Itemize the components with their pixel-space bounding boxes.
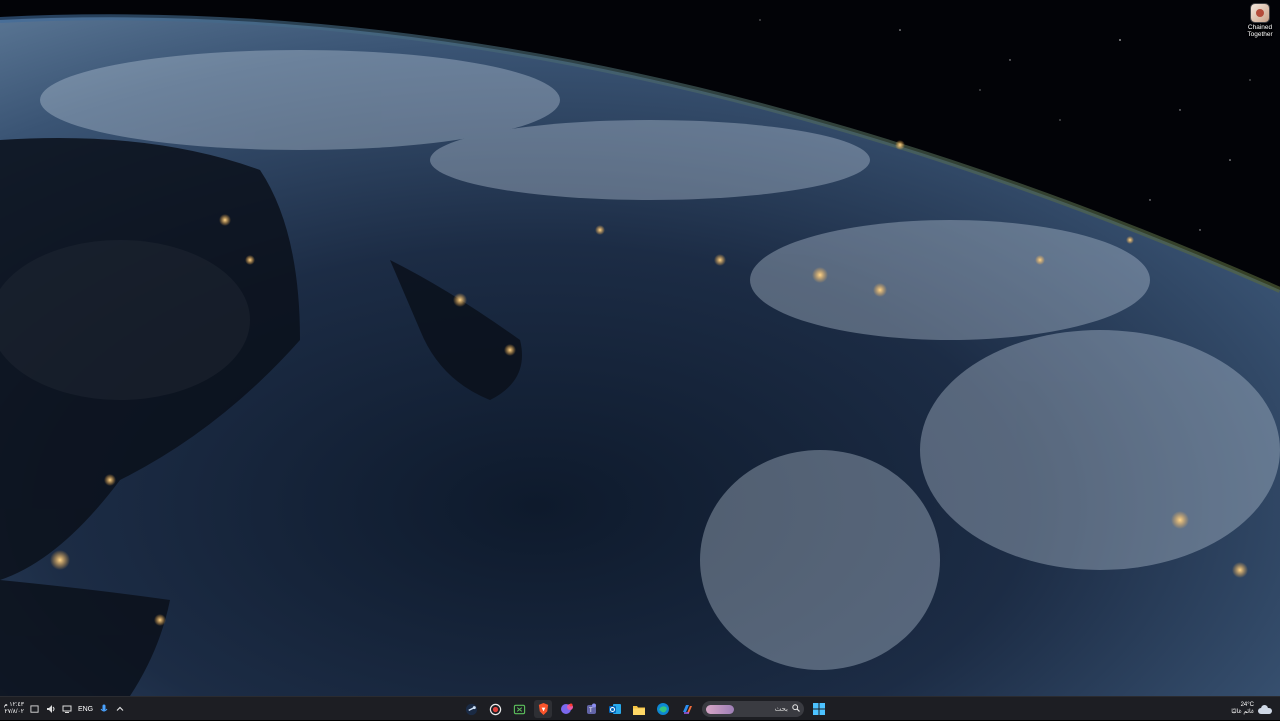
record-icon[interactable] [486, 700, 504, 718]
taskbar-search[interactable]: بحث [702, 701, 804, 717]
volume-icon[interactable] [46, 704, 56, 714]
weather-widget[interactable]: 24°C غائم غالبًا [1231, 702, 1272, 716]
clock-date: ٢٧/٨/٠٢ [4, 709, 24, 715]
chat-app-icon[interactable] [558, 700, 576, 718]
xbox-icon[interactable] [510, 700, 528, 718]
taskbar-clock[interactable]: ١٢:٤٣ م ٢٧/٨/٠٢ [4, 702, 24, 716]
chevron-up-icon[interactable] [115, 704, 125, 714]
weather-widget-area: 24°C غائم غالبًا [1231, 697, 1272, 721]
system-tray: ١٢:٤٣ م ٢٧/٨/٠٢ ENG [4, 697, 125, 721]
search-icon [792, 704, 800, 714]
desktop-shortcut-chained-together[interactable]: Chained Together [1240, 2, 1280, 42]
file-explorer-icon[interactable] [630, 700, 648, 718]
desktop-shortcut-label: Chained Together [1247, 24, 1273, 38]
microphone-icon[interactable] [99, 704, 109, 714]
desktop-wallpaper [0, 0, 1280, 696]
search-placeholder: بحث [774, 706, 788, 713]
copilot-icon[interactable] [678, 700, 696, 718]
taskbar-apps: T بحث [462, 697, 828, 721]
steam-icon[interactable] [462, 700, 480, 718]
weather-condition: غائم غالبًا [1231, 709, 1254, 715]
brave-icon[interactable] [534, 700, 552, 718]
game-app-icon [1251, 4, 1269, 22]
cloud-icon [1258, 704, 1272, 714]
outlook-icon[interactable] [606, 700, 624, 718]
notifications-icon[interactable] [30, 704, 40, 714]
taskbar: ١٢:٤٣ م ٢٧/٨/٠٢ ENG T بحث 24°C غائم غالب… [0, 696, 1280, 720]
language-indicator[interactable]: ENG [78, 706, 93, 713]
search-highlight-image [706, 704, 734, 714]
teams-icon[interactable]: T [582, 700, 600, 718]
edge-icon[interactable] [654, 700, 672, 718]
windows-start-icon[interactable] [810, 700, 828, 718]
weather-temperature: 24°C [1240, 702, 1254, 708]
network-icon[interactable] [62, 704, 72, 714]
svg-text:T: T [589, 708, 593, 714]
clock-time: ١٢:٤٣ م [4, 702, 24, 708]
